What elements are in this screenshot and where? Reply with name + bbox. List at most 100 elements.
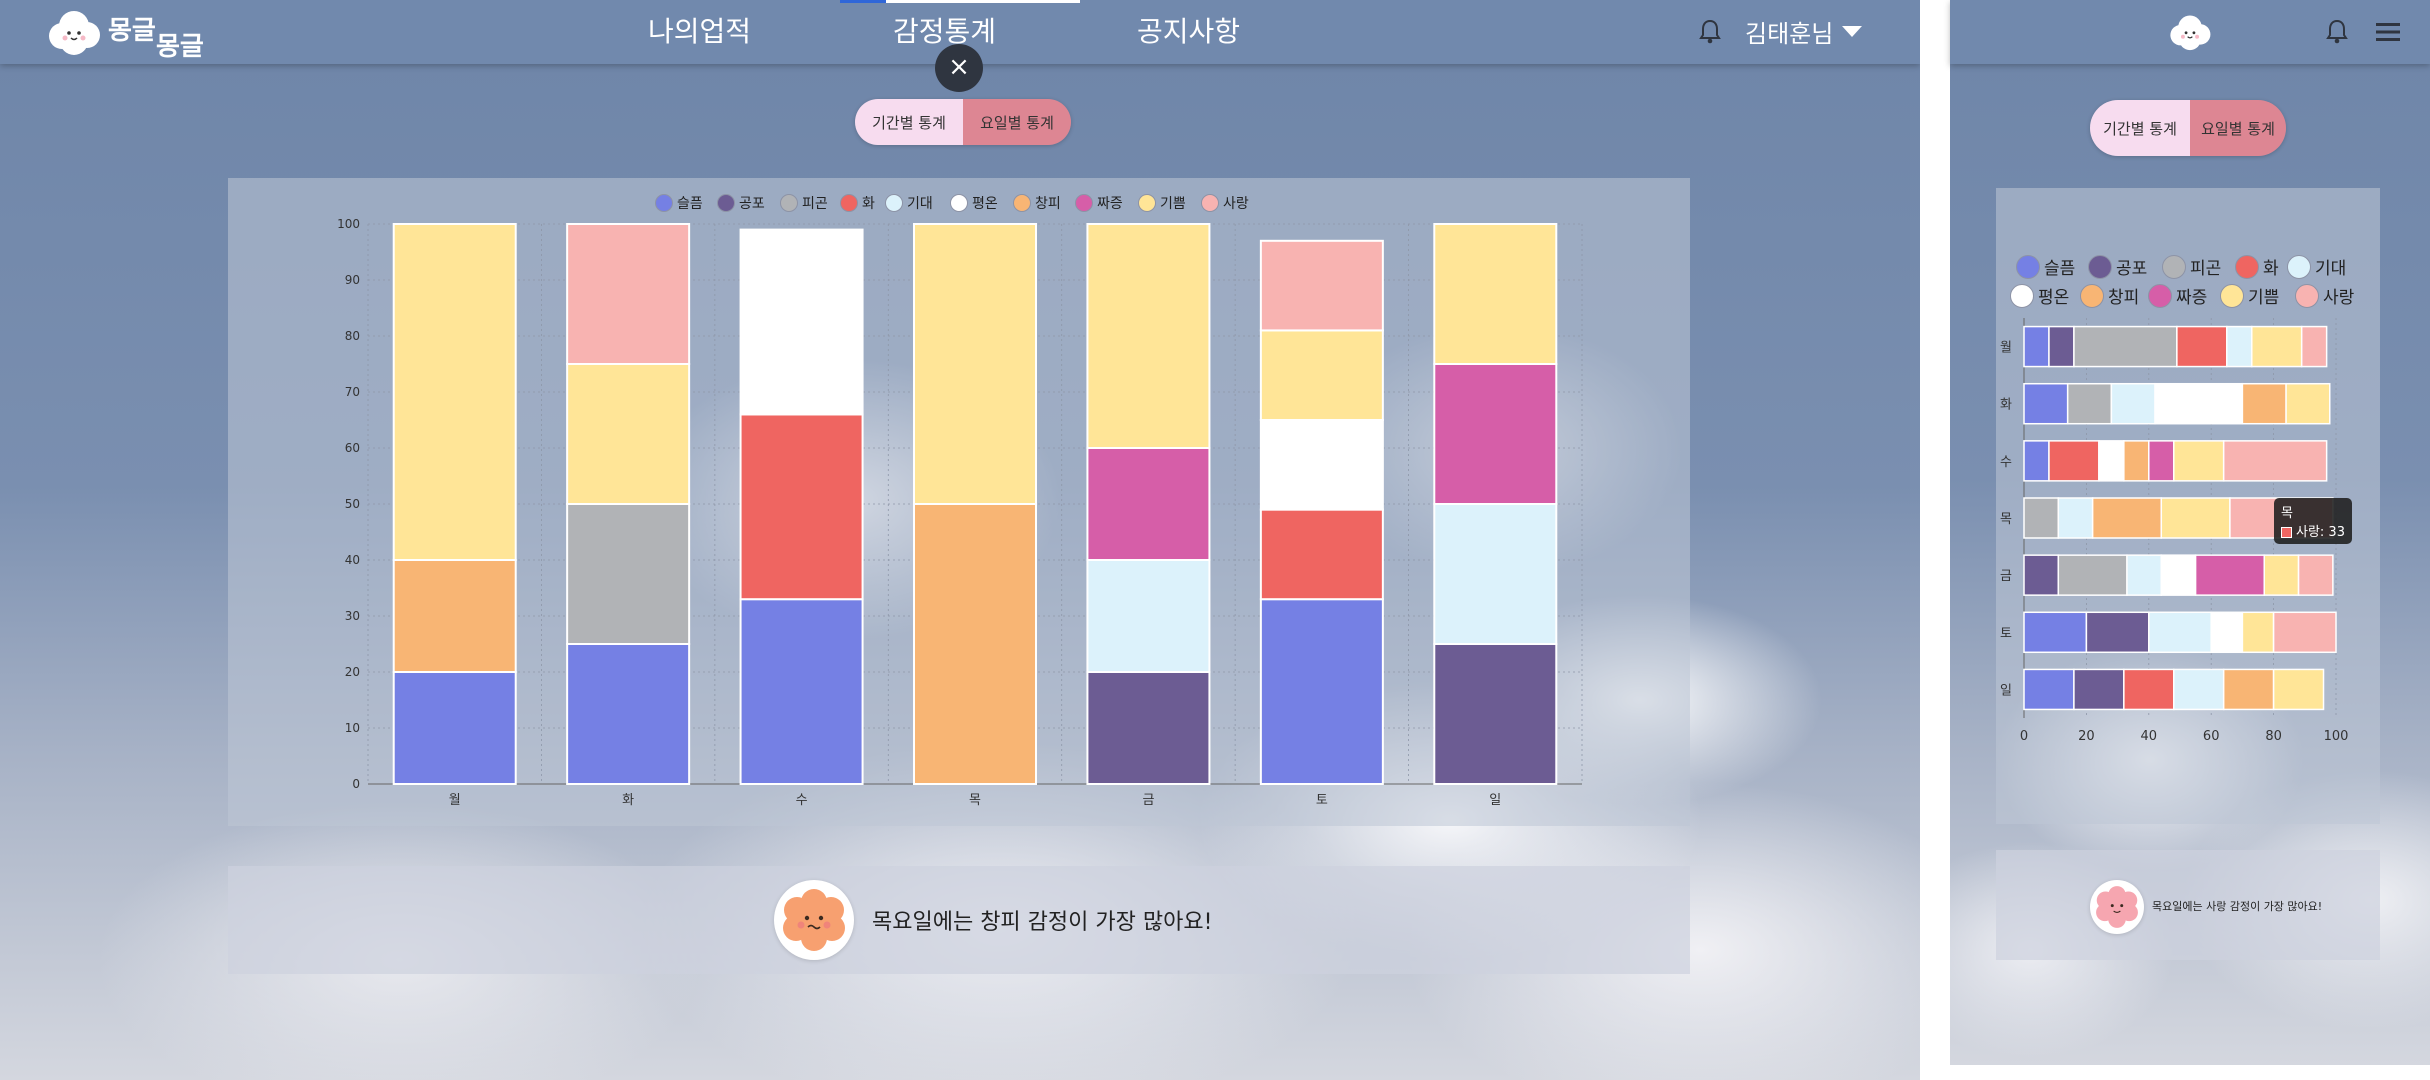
bar-segment [2023,440,2050,482]
y-tick-label: 50 [345,497,360,511]
logo-text: 몽글 [108,16,156,46]
bar-segment [2126,554,2163,596]
bar-segment [2154,382,2244,425]
y-tick-label: 목 [2000,512,2012,527]
x-tick-label: 화 [622,793,634,808]
bar-segment [2023,382,2069,425]
bar-segment [392,223,517,561]
bar-segment [2160,554,2197,596]
bar-segment [1433,503,1558,645]
bar-segment [1433,363,1558,505]
bar-segment [2160,497,2231,539]
close-button[interactable]: × [935,44,983,92]
bar-segment [2222,668,2275,711]
bar-segment [1433,643,1558,785]
bar-segment [2123,668,2175,711]
bell-icon[interactable] [2325,18,2349,46]
bar-segment [739,413,864,601]
bar-segment [2098,440,2125,482]
y-tick-label: 90 [345,273,360,287]
bar-segment [2263,554,2300,596]
x-tick-label: 토 [1316,793,1328,808]
bar-segment [1259,329,1384,421]
bar-segment [1086,559,1211,673]
bar-segment [2085,611,2150,654]
nav-achievements[interactable]: 나의업적 [648,10,751,50]
mobile-navbar [1950,0,2430,64]
x-tick-label: 일 [1489,793,1501,808]
mobile-tab-period-stats[interactable]: 기간별 통계 [2090,100,2190,156]
tab-period-stats[interactable]: 기간별 통계 [855,99,963,145]
logo-text-second: 몽글 [156,32,204,62]
y-tick-label: 금 [2000,569,2012,584]
bar-segment [1086,671,1211,785]
bar-segment [2272,611,2337,654]
bar-segment [2073,668,2125,711]
bar-segment [2073,325,2178,368]
y-tick-label: 화 [2000,398,2012,413]
tab-weekday-stats[interactable]: 요일별 통계 [963,99,1071,145]
mobile-mascot-avatar [2090,880,2144,934]
bar-segment [2173,440,2225,482]
bar-segment [566,223,691,365]
bar-segment [2057,497,2094,539]
chevron-down-icon[interactable] [1842,26,1862,37]
bar-segment [2110,382,2156,425]
bar-segment [739,228,864,416]
user-menu-name[interactable]: 김태훈님 [1745,14,1833,49]
bar-segment [2241,611,2275,654]
bar-segment [1259,419,1384,511]
summary-message: 목요일에는 창피 감정이 가장 많아요! [872,910,1213,935]
nav-notices[interactable]: 공지사항 [1137,10,1240,50]
bar-segment [2300,325,2328,368]
y-tick-label: 40 [345,553,360,567]
tooltip-title: 목 [2281,506,2293,521]
bar-segment [2210,611,2244,654]
bar-segment [566,363,691,505]
bar-segment [2222,440,2328,482]
bar-segment [913,223,1037,505]
hamburger-menu-icon[interactable] [2376,22,2400,42]
y-tick-label: 70 [345,385,360,399]
active-tab-indicator-accent [840,0,886,3]
bar-segment [2023,554,2060,596]
stats-mode-toggle: 기간별 통계 요일별 통계 [855,99,1071,145]
chart-tooltip: 목 사랑: 33 [2274,498,2352,544]
bar-segment [2148,611,2212,654]
bar-segment [913,503,1037,785]
x-tick-label: 60 [2203,729,2220,744]
bar-segment [2066,382,2113,425]
bar-segment [392,559,517,673]
bar-segment [2194,554,2265,596]
bar-segment [1086,447,1211,561]
x-tick-label: 40 [2141,729,2158,744]
y-tick-label: 수 [2000,455,2012,470]
app-logo[interactable]: 몽글 몽글 [46,6,206,62]
bar-segment [566,503,691,645]
bar-segment [2023,611,2088,654]
bar-segment [2091,497,2163,539]
bar-segment [2226,325,2253,368]
y-tick-label: 10 [345,721,360,735]
y-tick-label: 토 [2000,626,2012,641]
bar-segment [2023,497,2060,539]
tooltip-row: 사랑: 33 [2281,521,2345,540]
cloud-mascot-icon [49,11,100,55]
bar-segment [2048,440,2100,482]
mobile-tab-weekday-stats[interactable]: 요일별 통계 [2190,100,2286,156]
bar-segment [1259,239,1384,332]
x-tick-label: 목 [969,793,981,808]
bar-segment [2123,440,2150,482]
x-tick-label: 0 [2020,729,2028,744]
tooltip-label: 사랑: 33 [2296,525,2345,540]
bar-segment [1259,508,1384,601]
bar-segment [2057,554,2128,596]
bar-segment [739,598,864,786]
nav-emotion-stats[interactable]: 감정통계 [893,10,996,50]
cloud-mascot-icon[interactable] [2168,12,2212,52]
bell-icon[interactable] [1698,18,1722,46]
mobile-stats-mode-toggle: 기간별 통계 요일별 통계 [2090,100,2286,156]
view-divider [1920,0,1950,1080]
y-tick-label: 월 [2000,341,2012,356]
bar-segment [2241,382,2287,425]
